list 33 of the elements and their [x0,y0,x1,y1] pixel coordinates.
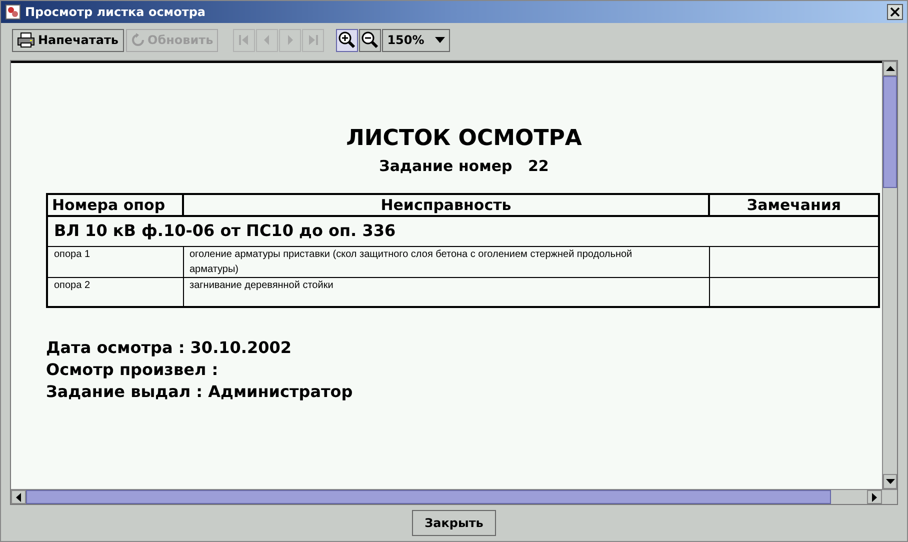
dropdown-arrow-icon [435,37,446,43]
close-icon [890,7,900,17]
printer-icon [17,32,35,48]
refresh-icon [130,33,145,47]
footer-line: Дата осмотра : 30.10.2002 [46,338,293,358]
footer-line: Задание выдал : Администратор [46,382,354,402]
app-icon [5,4,21,20]
print-button[interactable]: Напечатать [12,28,124,52]
window-title: Просмотр листка осмотра [25,4,206,21]
column-header: Неисправность [183,194,709,216]
up-arrow-icon [886,66,894,71]
zoom-in-icon [338,31,356,49]
table-cell: опора 1 [47,246,183,277]
zoom-out-button[interactable] [359,28,382,52]
close-dialog-button[interactable]: Закрыть [412,510,496,536]
down-arrow-icon [886,479,894,484]
right-arrow-icon [872,492,877,502]
column-header: Номера опор [47,194,183,216]
horizontal-scrollbar[interactable] [11,489,897,504]
column-header: Замечания [709,194,879,216]
footer-line: Осмотр произвел : [46,360,220,380]
table-cell: оголение арматуры приставки (скол защитного слоя бетона с оголением стержней продольной арматуры) [183,246,709,277]
left-arrow-icon [16,492,21,502]
scrollbar-thumb[interactable] [883,76,897,188]
zoom-out-icon [361,31,380,49]
zoom-dropdown[interactable]: 150% [382,28,450,52]
document-title: ЛИСТОК ОСМОТРА [346,125,582,152]
vertical-scrollbar[interactable] [882,61,897,489]
task-number: Задание номер 22 [379,156,549,176]
scrollbar-thumb[interactable] [26,490,831,504]
close-button[interactable] [887,4,903,20]
skip-arrow-icon [306,33,320,47]
zoom-in-button[interactable] [336,28,358,52]
